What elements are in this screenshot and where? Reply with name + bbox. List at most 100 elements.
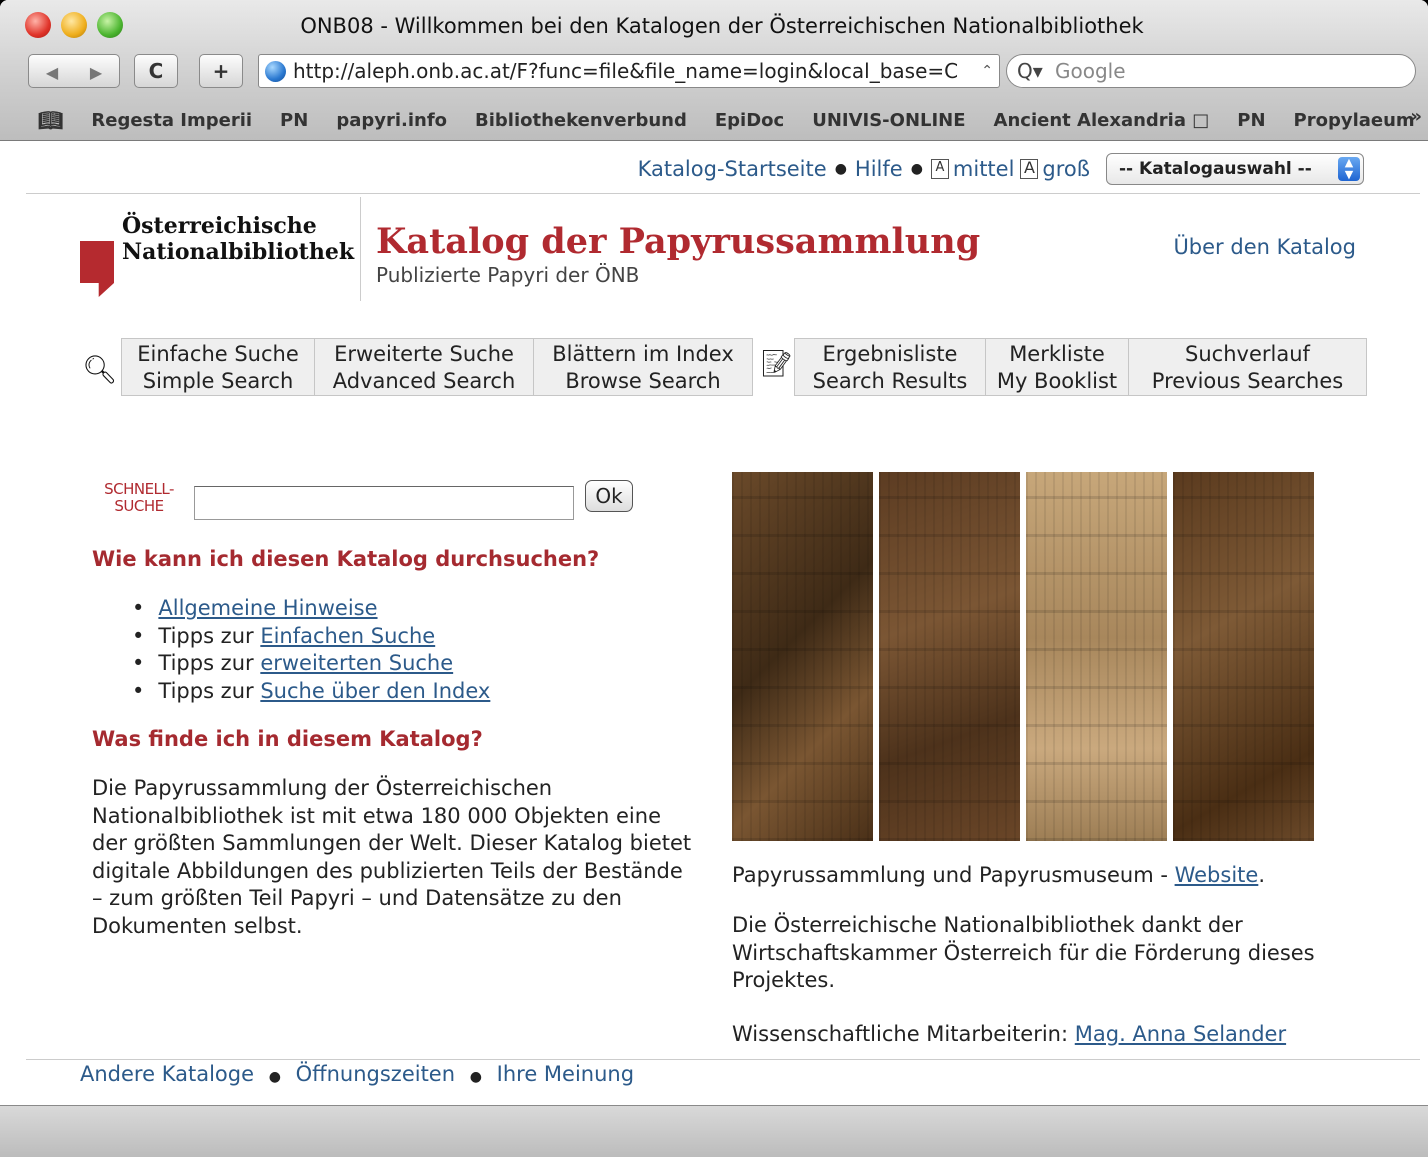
logo-line-1: Österreichische xyxy=(122,213,317,239)
tab-label-de: Erweiterte Suche xyxy=(334,342,514,366)
tab-simple-search[interactable]: Einfache Suche Simple Search xyxy=(121,338,315,396)
divider xyxy=(360,197,361,301)
page-content: Katalog-Startseite ● Hilfe ● A mittel A … xyxy=(0,141,1428,1105)
tab-label-de: Suchverlauf xyxy=(1185,342,1310,366)
tab-label-en: Previous Searches xyxy=(1151,369,1344,393)
general-notes-link[interactable]: Allgemeine Hinweise xyxy=(158,596,377,620)
bookmark-item[interactable]: papyri.info xyxy=(336,110,447,131)
url-dropdown-icon[interactable]: ⌃ xyxy=(981,55,993,87)
footer-links: Andere Kataloge ● Öffnungszeiten ● Ihre … xyxy=(80,1062,634,1086)
list-item-prefix: Tipps zur xyxy=(158,678,261,703)
top-links: Katalog-Startseite ● Hilfe ● A mittel A … xyxy=(638,153,1364,185)
quick-search-label-2: SUCHE xyxy=(114,497,164,515)
bookmark-item[interactable]: Propylaeum xyxy=(1294,110,1415,131)
list-item-prefix: Tipps zur xyxy=(158,651,261,675)
reload-button[interactable]: C xyxy=(134,54,178,88)
google-search-field[interactable]: Q▾ Google xyxy=(1006,54,1416,88)
tab-search-results[interactable]: Ergebnisliste Search Results xyxy=(794,338,986,396)
tab-label-de: Einfache Suche xyxy=(137,342,299,366)
tab-label-de: Ergebnisliste xyxy=(822,342,958,366)
bookmarks-bar: 📖︎ Regesta Imperii PN papyri.info Biblio… xyxy=(0,100,1428,140)
font-medium-icon[interactable]: A xyxy=(930,159,949,179)
about-heading: Was finde ich in diesem Katalog? xyxy=(92,727,483,751)
more-bookmarks-icon[interactable]: » xyxy=(1410,106,1422,127)
bookmark-item[interactable]: EpiDoc xyxy=(715,110,784,131)
catalog-select[interactable]: -- Katalogauswahl -- ▲ ▼ xyxy=(1106,153,1364,185)
tab-label-en: Advanced Search xyxy=(332,369,516,393)
page-title: Katalog der Papyrussammlung xyxy=(376,221,981,262)
about-text: Die Papyrussammlung der Österreichischen… xyxy=(92,776,692,938)
onb-logo-text[interactable]: Österreichische Nationalbibliothek xyxy=(122,213,354,265)
list-item: Allgemeine Hinweise xyxy=(132,595,490,623)
back-forward-buttons: ◀ ▶ xyxy=(28,54,120,88)
help-heading: Wie kann ich diesen Katalog durchsuchen? xyxy=(92,547,600,571)
ok-button[interactable]: Ok xyxy=(585,480,633,512)
bookmark-item[interactable]: Regesta Imperii xyxy=(91,110,252,131)
tab-label-de: Blättern im Index xyxy=(552,342,734,366)
divider xyxy=(26,1059,1420,1060)
back-arrow-icon[interactable]: ◀ xyxy=(30,57,74,89)
list-item-prefix: Tipps zur xyxy=(158,623,261,648)
advanced-search-tips-link[interactable]: erweiterten Suche xyxy=(260,651,453,675)
globe-icon xyxy=(265,61,286,82)
papyri-image xyxy=(732,472,1314,841)
papyrus-strip-image xyxy=(1026,472,1167,841)
staff-label: Wissenschaftliche Mitarbeiterin: xyxy=(732,1022,1075,1046)
window-title: ONB08 - Willkommen bei den Katalogen der… xyxy=(300,14,1144,38)
separator-dot: ● xyxy=(268,1069,281,1085)
status-bar xyxy=(0,1105,1428,1157)
onb-logo-mark[interactable] xyxy=(80,241,114,297)
catalog-select-value: -- Katalogauswahl -- xyxy=(1119,159,1312,179)
opening-hours-link[interactable]: Öffnungszeiten xyxy=(296,1062,455,1086)
bookmark-item[interactable]: PN xyxy=(1237,110,1265,131)
bookmarks-book-icon[interactable]: 📖︎ xyxy=(38,108,63,132)
add-bookmark-button[interactable]: + xyxy=(199,54,243,88)
tab-previous-searches[interactable]: Suchverlauf Previous Searches xyxy=(1128,338,1367,396)
tab-label-en: My Booklist xyxy=(996,369,1118,393)
url-text: http://aleph.onb.ac.at/F?func=file&file_… xyxy=(293,59,959,83)
bookmark-item[interactable]: Ancient Alexandria □ xyxy=(994,110,1210,131)
tab-advanced-search[interactable]: Erweiterte Suche Advanced Search xyxy=(314,338,534,396)
papyrus-strip-image xyxy=(879,472,1020,841)
other-catalogs-link[interactable]: Andere Kataloge xyxy=(80,1062,254,1086)
forward-arrow-icon[interactable]: ▶ xyxy=(74,57,118,89)
website-link[interactable]: Website xyxy=(1175,863,1259,887)
papyrus-strip-image xyxy=(732,472,873,841)
separator-dot: ● xyxy=(910,161,923,177)
about-catalog-link[interactable]: Über den Katalog xyxy=(1173,235,1356,259)
quick-search-label: SCHNELL- SUCHE xyxy=(100,481,178,515)
tab-label-en: Search Results xyxy=(812,369,968,393)
checklist-icon: 📝︎ xyxy=(760,349,794,379)
font-large-icon[interactable]: A xyxy=(1020,159,1039,179)
index-search-tips-link[interactable]: Suche über den Index xyxy=(260,679,490,703)
bookmark-item[interactable]: UNIVIS-ONLINE xyxy=(812,110,965,131)
bookmark-item[interactable]: PN xyxy=(280,110,308,131)
magnifier-icon: 🔍︎ xyxy=(82,353,118,386)
list-item: Tipps zur Einfachen Suche xyxy=(132,623,490,651)
help-link[interactable]: Hilfe xyxy=(855,157,903,181)
tab-label-en: Simple Search xyxy=(142,369,294,393)
list-item: Tipps zur erweiterten Suche xyxy=(132,650,490,678)
catalog-home-link[interactable]: Katalog-Startseite xyxy=(638,157,827,181)
tab-label-de: Merkliste xyxy=(1009,342,1105,366)
search-placeholder: Google xyxy=(1055,59,1126,83)
divider xyxy=(26,193,1420,194)
bookmark-item[interactable]: Bibliothekenverbund xyxy=(475,110,687,131)
font-large-link[interactable]: groß xyxy=(1042,157,1090,181)
caption-end: . xyxy=(1258,863,1265,887)
font-medium-link[interactable]: mittel xyxy=(953,157,1015,181)
simple-search-tips-link[interactable]: Einfachen Suche xyxy=(260,624,435,648)
quick-search-input[interactable] xyxy=(194,486,574,520)
page-subtitle: Publizierte Papyri der ÖNB xyxy=(376,263,640,287)
sponsor-text: Die Österreichische Nationalbibliothek d… xyxy=(732,913,1315,992)
search-icon[interactable]: Q▾ xyxy=(1017,55,1043,87)
papyrus-strip-image xyxy=(1173,472,1314,841)
staff-link[interactable]: Mag. Anna Selander xyxy=(1075,1022,1286,1046)
address-bar[interactable]: http://aleph.onb.ac.at/F?func=file&file_… xyxy=(258,54,1000,88)
separator-dot: ● xyxy=(834,161,847,177)
tab-my-booklist[interactable]: Merkliste My Booklist xyxy=(985,338,1129,396)
feedback-link[interactable]: Ihre Meinung xyxy=(497,1062,634,1086)
quick-search-label-1: SCHNELL- xyxy=(104,480,174,498)
separator-dot: ● xyxy=(469,1069,482,1085)
tab-browse-search[interactable]: Blättern im Index Browse Search xyxy=(533,338,753,396)
